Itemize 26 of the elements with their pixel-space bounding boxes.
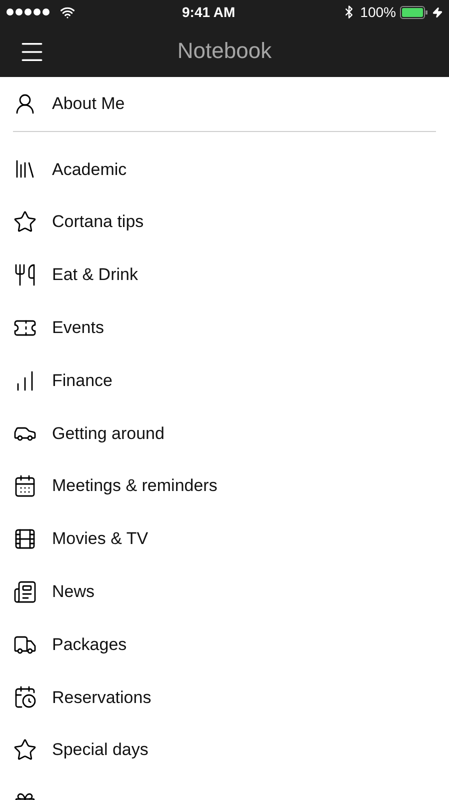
charging-icon — [432, 6, 443, 18]
list-item[interactable]: Meetings & reminders — [0, 460, 449, 513]
star-icon — [13, 210, 37, 234]
list-item[interactable]: About Me — [0, 77, 449, 131]
status-time: 9:41 AM — [182, 2, 236, 22]
list-item[interactable]: Movies & TV — [0, 512, 449, 566]
list-item[interactable]: Events — [0, 301, 449, 354]
header-title: Notebook — [177, 37, 272, 65]
battery-icon — [400, 6, 428, 18]
list-item[interactable]: Packages — [0, 618, 449, 671]
battery-percent: 100% — [360, 2, 396, 22]
list-item[interactable]: Eat & Drink — [0, 248, 449, 302]
wifi-icon — [60, 4, 75, 20]
list-item[interactable]: News — [0, 565, 449, 618]
fork-knife-icon — [13, 262, 37, 287]
newspaper-icon — [13, 580, 37, 604]
calendar-icon — [13, 474, 37, 498]
list-item[interactable]: Reservations — [0, 670, 449, 724]
list-item[interactable]: Getting around — [0, 406, 449, 460]
star-icon — [13, 738, 37, 762]
film-icon — [13, 526, 37, 551]
clock-icon — [13, 685, 37, 710]
list-item[interactable]: Cortana tips — [0, 196, 449, 249]
list-item[interactable]: Academic — [0, 143, 449, 196]
list-item[interactable]: Special days — [0, 724, 449, 777]
list-item[interactable]: Finance — [0, 354, 449, 407]
